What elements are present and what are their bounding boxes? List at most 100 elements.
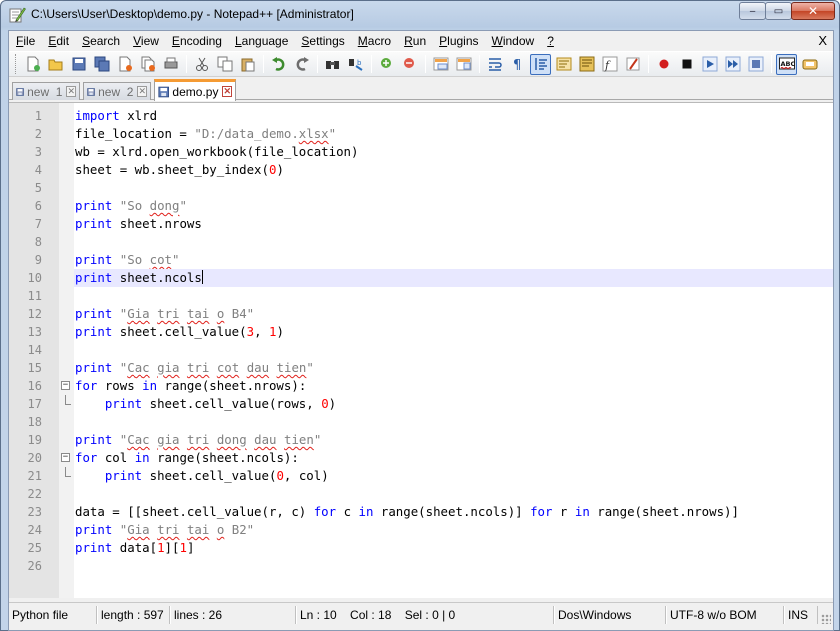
tab-new-1[interactable]: new 1 ✕ (12, 82, 80, 100)
menu-encoding[interactable]: Encoding (165, 31, 228, 51)
text-caret (201, 270, 203, 284)
zoom-out-button[interactable] (399, 54, 420, 75)
code-line[interactable]: 11 (28, 287, 833, 305)
line-text: print sheet.cell_value(3, 1) (75, 324, 284, 339)
code-line[interactable]: 7 print sheet.nrows (35, 215, 833, 233)
fold-toggle-icon[interactable]: − (61, 453, 70, 462)
code-line[interactable]: 25 print data[1][1] (28, 539, 833, 557)
paste-button[interactable] (237, 54, 258, 75)
sync-vertical-button[interactable] (430, 54, 451, 75)
code-editor[interactable]: 1 import xlrd 2 file_location = "D:/data_de… (9, 102, 833, 598)
code-line[interactable]: 15 print "Cac gia tri cot dau tien" (28, 359, 833, 377)
menu-settings[interactable]: Settings (294, 31, 350, 51)
doc-map-button[interactable] (576, 54, 597, 75)
code-line[interactable]: 16 − for rows in range(sheet.nrows): (28, 377, 833, 395)
code-line[interactable]: 4 sheet = wb.sheet_by_index(0) (35, 161, 833, 179)
menu-window[interactable]: Window (485, 31, 541, 51)
print-button[interactable] (160, 54, 181, 75)
tab-close-icon[interactable]: ✕ (66, 86, 76, 97)
run-macro-multiple-icon (725, 56, 740, 72)
code-line[interactable]: 9 print "So cot" (35, 251, 833, 269)
code-line[interactable]: 1 import xlrd (35, 107, 833, 125)
code-line[interactable]: 14 (28, 341, 833, 359)
code-line[interactable]: 18 (28, 413, 833, 431)
user-lang-button[interactable] (553, 54, 574, 75)
replace-button[interactable]: b (345, 54, 366, 75)
find-button[interactable] (322, 54, 343, 75)
tab-close-icon[interactable]: ✕ (137, 86, 147, 97)
folder-workspace-button[interactable] (622, 54, 643, 75)
tab-demo-py[interactable]: demo.py ✕ (154, 79, 236, 101)
zoom-in-button[interactable] (376, 54, 397, 75)
show-all-chars-button[interactable]: ¶ (507, 54, 528, 75)
code-line[interactable]: 6 print "So dong" (35, 197, 833, 215)
function-list-button[interactable]: f (599, 54, 620, 75)
resize-grip[interactable] (821, 614, 831, 624)
code-line[interactable]: 10 print sheet.ncols (28, 269, 833, 287)
menu-plugins[interactable]: Plugins (432, 31, 484, 51)
tab-close-icon[interactable]: ✕ (222, 86, 232, 97)
tab-new-2[interactable]: new 2 ✕ (83, 82, 151, 100)
word-wrap-button[interactable] (484, 54, 505, 75)
close-all-button[interactable] (137, 54, 158, 75)
code-line[interactable]: 17 print sheet.cell_value(rows, 0) (28, 395, 833, 413)
menu-mnemonic: S (82, 34, 91, 48)
close-document-x[interactable]: X (818, 33, 827, 48)
menu-search[interactable]: Search (75, 31, 126, 51)
maximize-button[interactable]: ▭ (765, 2, 792, 20)
code-line[interactable]: 2 file_location = "D:/data_demo.xlsx" (35, 125, 833, 143)
code-line[interactable]: 19 print "Cac gia tri dong dau tien" (28, 431, 833, 449)
line-number: 24 (27, 523, 42, 537)
undo-button[interactable] (268, 54, 289, 75)
save-button[interactable] (68, 54, 89, 75)
open-file-button[interactable] (45, 54, 66, 75)
cut-button[interactable] (191, 54, 212, 75)
code-line[interactable]: 22 (28, 485, 833, 503)
redo-button[interactable] (291, 54, 312, 75)
code-line[interactable]: 20 − for col in range(sheet.ncols): (28, 449, 833, 467)
indent-guide-button[interactable] (530, 53, 551, 75)
code-line[interactable]: 3 wb = xlrd.open_workbook(file_location) (35, 143, 833, 161)
record-macro-button[interactable] (653, 54, 674, 75)
menu-label: lugins (447, 34, 479, 48)
sync-horizontal-button[interactable] (453, 54, 474, 75)
menu-file[interactable]: File (9, 31, 41, 51)
spell-check-button[interactable]: ABC (776, 53, 797, 75)
menu-help[interactable]: ? (540, 31, 560, 51)
code-line[interactable]: 26 (28, 557, 833, 575)
code-lines[interactable]: 1 import xlrd 2 file_location = "D:/data_de… (28, 107, 833, 575)
code-line[interactable]: 12 print "Gia tri tai o B4" (28, 305, 833, 323)
run-macro-multiple-button[interactable] (722, 54, 743, 75)
line-number: 8 (34, 235, 42, 249)
play-macro-button[interactable] (699, 54, 720, 75)
toolbar-grip[interactable] (15, 54, 18, 74)
menu-macro[interactable]: Macro (351, 31, 397, 51)
menu-edit[interactable]: Edit (41, 31, 75, 51)
close-button[interactable] (114, 54, 135, 75)
svg-text:ABC: ABC (780, 60, 795, 68)
code-line[interactable]: 5 (35, 179, 833, 197)
line-text: wb = xlrd.open_workbook(file_location) (75, 144, 359, 159)
indent-guide-icon (534, 58, 547, 70)
spell-options-button[interactable] (799, 54, 820, 75)
code-line[interactable]: 23 data = [[sheet.cell_value(r, c) for c … (28, 503, 833, 521)
fold-toggle-icon[interactable]: − (61, 381, 70, 390)
menu-run[interactable]: Run (397, 31, 432, 51)
code-line[interactable]: 24 print "Gia tri tai o B2" (28, 521, 833, 539)
close-window-button[interactable]: ✕ (791, 2, 835, 20)
save-all-button[interactable] (91, 54, 112, 75)
menu-label: dit (56, 34, 70, 48)
code-line[interactable]: 8 (35, 233, 833, 251)
title-bar[interactable]: C:\Users\User\Desktop\demo.py - Notepad+… (1, 1, 839, 29)
minimize-button[interactable]: ‒ (739, 2, 766, 20)
new-file-button[interactable] (22, 54, 43, 75)
stop-record-button[interactable] (676, 54, 697, 75)
code-line[interactable]: 21 print sheet.cell_value(0, col) (28, 467, 833, 485)
code-line[interactable]: 13 print sheet.cell_value(3, 1) (28, 323, 833, 341)
copy-button[interactable] (214, 54, 235, 75)
menu-view[interactable]: View (126, 31, 165, 51)
fold-margin[interactable] (59, 103, 74, 598)
line-number: 11 (27, 289, 42, 303)
menu-language[interactable]: Language (228, 31, 294, 51)
save-macro-button[interactable] (745, 54, 766, 75)
